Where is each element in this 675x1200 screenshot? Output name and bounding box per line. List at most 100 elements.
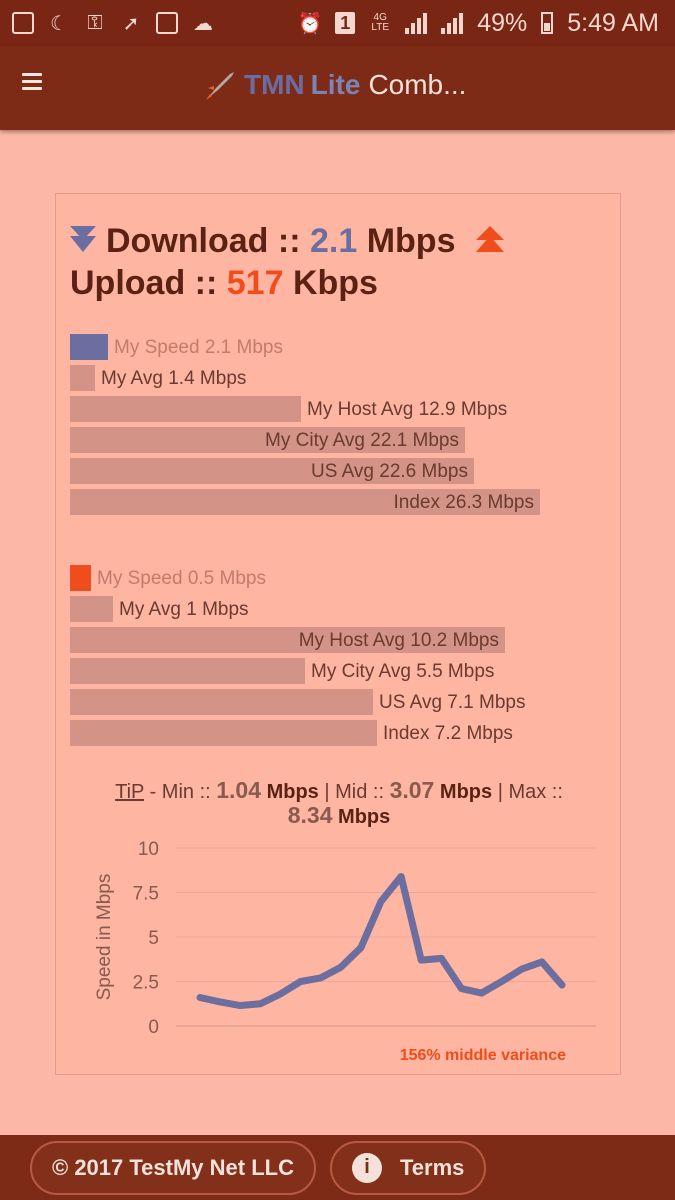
app-bar: TMN Lite Comb... (0, 46, 675, 130)
bar-label: Index 26.3 Mbps (393, 492, 534, 513)
app-title: TMN Lite Comb... (204, 68, 466, 102)
tip-mid-value: 3.07 (389, 777, 435, 803)
bar-row: My Host Avg 12.9 Mbps (70, 396, 590, 422)
info-icon: i (351, 1152, 382, 1183)
battery-percent: 49% (477, 8, 528, 37)
data-point (460, 988, 462, 990)
data-point (279, 993, 281, 995)
y-tick-label: 10 (138, 839, 159, 860)
tip-min-value: 1.04 (216, 777, 262, 803)
upload-arrow-icon (476, 226, 505, 252)
download-arrow-icon (70, 226, 96, 252)
results-card: Download :: 2.1 Mbps Upload :: 517 Kbps … (55, 193, 621, 1075)
speed-line-chart: 10 7.5 5 2.5 0 Speed in Mbps (94, 839, 596, 1038)
data-point (219, 1001, 221, 1003)
bar-label: Index 7.2 Mbps (383, 723, 513, 744)
status-bar: ☾ ⚿ ➚ ☁ ⏰ 1 4G LTE 49% 5:49 AM (0, 0, 675, 46)
y-tick-label: 7.5 (133, 884, 159, 905)
page-title: Comb... (368, 69, 467, 100)
tip-min-label: - Min :: (149, 781, 211, 803)
download-line: Download :: 2.1 Mbps (70, 220, 505, 262)
image-icon (156, 12, 178, 34)
bar-row: Index 26.3 Mbps (70, 489, 590, 515)
bar-label: My Host Avg 12.9 Mbps (307, 399, 508, 420)
bar-label: US Avg 7.1 Mbps (379, 692, 526, 713)
bar-fill (70, 596, 113, 622)
tip-stats: TiP - Min :: 1.04 Mbps | Mid :: 3.07 Mbp… (56, 779, 622, 829)
tip-link[interactable]: TiP (115, 781, 144, 803)
bar-label: My City Avg 22.1 Mbps (265, 430, 459, 451)
bar-row: My Avg 1.4 Mbps (70, 365, 590, 391)
y-tick-label: 5 (148, 928, 159, 949)
battery-icon (541, 12, 554, 34)
rocket-logo-icon (206, 72, 234, 100)
moon-icon: ☾ (50, 12, 68, 35)
signal-icon-2 (441, 12, 464, 34)
bar-row: My Host Avg 10.2 Mbps (70, 627, 590, 653)
bar-row: My Avg 1 Mbps (70, 596, 590, 622)
bar-row: My City Avg 22.1 Mbps (70, 427, 590, 453)
speed-summary: Download :: 2.1 Mbps Upload :: 517 Kbps (70, 220, 505, 304)
bar-label: My Speed 2.1 Mbps (114, 337, 283, 358)
upload-value: 517 (226, 264, 284, 302)
data-point (259, 1003, 261, 1005)
speed-series-line (196, 872, 566, 1010)
y-axis-label: Speed in Mbps (94, 874, 115, 1001)
tip-mid-label: | Mid :: (324, 781, 385, 803)
bar-label: My City Avg 5.5 Mbps (311, 661, 495, 682)
bar-fill (70, 720, 377, 746)
key-icon: ⚿ (87, 11, 103, 34)
notification-badge: 1 (335, 12, 356, 34)
bar-fill (70, 565, 91, 591)
bar-fill (70, 365, 95, 391)
bar-fill (70, 396, 301, 422)
bar-fill (70, 689, 373, 715)
data-point (440, 957, 442, 959)
signal-icon (405, 12, 428, 34)
data-point (380, 900, 382, 902)
tip-max-unit: Mbps (338, 806, 391, 828)
data-point (521, 968, 523, 970)
bar-label: US Avg 22.6 Mbps (310, 461, 468, 482)
terms-button[interactable]: i Terms (329, 1140, 487, 1195)
notification-icons: ☾ ⚿ ➚ ☁ (12, 11, 214, 35)
hamburger-menu-button[interactable] (22, 73, 42, 91)
y-tick-label: 0 (148, 1017, 159, 1038)
upload-label: Upload :: (70, 264, 218, 302)
clock: 5:49 AM (567, 8, 659, 37)
download-unit: Mbps (366, 222, 456, 260)
data-point (340, 966, 342, 968)
bar-fill (70, 658, 305, 684)
bar-row: My Speed 0.5 Mbps (70, 565, 590, 591)
download-comparison-bars: My Speed 2.1 Mbps My Avg 1.4 Mbps My Host … (70, 334, 590, 520)
download-value: 2.1 (309, 222, 358, 260)
upload-unit: Kbps (292, 264, 378, 302)
copyright-button[interactable]: © 2017 TestMy Net LLC (30, 1140, 316, 1195)
data-point (541, 961, 543, 963)
data-point (199, 997, 201, 999)
upload-comparison-bars: My Speed 0.5 Mbps My Avg 1 Mbps My Host Av… (70, 565, 590, 751)
tip-mid-unit: Mbps (439, 781, 493, 803)
data-point (501, 981, 503, 982)
data-point (400, 875, 402, 877)
bar-label: My Avg 1.4 Mbps (101, 368, 247, 389)
tip-min-unit: Mbps (266, 781, 319, 803)
terms-text: Terms (399, 1154, 465, 1180)
y-tick-label: 2.5 (133, 973, 159, 994)
system-icons: ⏰ 1 4G LTE 49% 5:49 AM (298, 8, 659, 38)
cloud-icon: ☁ (193, 12, 213, 35)
bar-row: My City Avg 5.5 Mbps (70, 658, 590, 684)
footer: © 2017 TestMy Net LLC i Terms (0, 1135, 675, 1200)
data-point (300, 981, 302, 982)
bar-row: My Speed 2.1 Mbps (70, 334, 590, 360)
message-icon (12, 12, 34, 34)
data-point (239, 1005, 241, 1007)
variance-annotation: 156% middle variance (399, 1047, 566, 1064)
download-label: Download :: (106, 222, 301, 260)
data-point (320, 977, 322, 979)
bar-row: US Avg 7.1 Mbps (70, 689, 590, 715)
data-point (481, 992, 483, 994)
copyright-text: © 2017 TestMy Net LLC (52, 1154, 294, 1180)
bar-fill (70, 334, 108, 360)
bar-label: My Host Avg 10.2 Mbps (298, 630, 499, 651)
